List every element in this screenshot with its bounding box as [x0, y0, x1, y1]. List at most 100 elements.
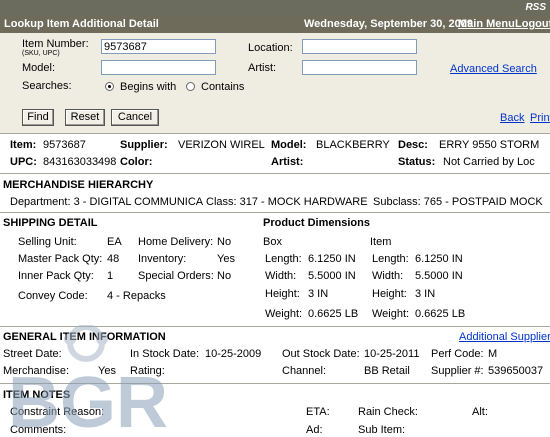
item-label: Item: — [10, 139, 37, 151]
out-stock-value: 10-25-2011 — [364, 348, 420, 360]
perf-code-label: Perf Code: — [431, 348, 484, 360]
watermark-text: BGR — [8, 363, 168, 435]
back-link[interactable]: Back — [500, 112, 524, 124]
convey-code-value: 4 - Repacks — [107, 290, 166, 302]
search-form: Item Number: (SKU, UPC) 9573687 Model: L… — [0, 33, 550, 133]
shipping-detail-heading: SHIPPING DETAIL — [3, 217, 98, 229]
inventory-label: Inventory: — [138, 253, 187, 265]
master-pack-value: 48 — [107, 253, 120, 265]
box-weight-value: 0.6625 LB — [308, 308, 359, 320]
upc-label: UPC: — [10, 156, 37, 168]
print-link[interactable]: Print — [530, 112, 550, 124]
item-number-input[interactable]: 9573687 — [101, 39, 216, 54]
desc-value: ERRY 9550 STORM — [439, 139, 540, 151]
title-bar: Lookup Item Additional Detail Wednesday,… — [0, 16, 550, 33]
home-delivery-value: No — [217, 236, 232, 248]
contains-label[interactable]: Contains — [201, 81, 244, 93]
top-bar: RSS — [0, 0, 550, 16]
item-summary: Item: 9573687 Supplier: VERIZON WIREL Mo… — [0, 134, 550, 173]
begins-with-label[interactable]: Begins with — [120, 81, 176, 93]
current-date: Wednesday, September 30, 2009 — [304, 18, 473, 30]
channel-value: BB Retail — [364, 365, 410, 377]
special-orders-value: No — [217, 270, 232, 282]
item-value: 9573687 — [43, 139, 86, 151]
class-text: Class: 317 - MOCK HARDWARE — [206, 196, 368, 208]
inner-pack-value: 1 — [107, 270, 114, 282]
additional-suppliers-link[interactable]: Additional Suppliers — [459, 331, 550, 343]
page-title: Lookup Item Additional Detail — [4, 18, 159, 30]
status-label: Status: — [398, 156, 436, 168]
supplier-label: Supplier: — [120, 139, 168, 151]
item-width-label: Width: — [372, 270, 404, 282]
contains-radio[interactable] — [186, 82, 195, 91]
selling-unit-value: EA — [107, 236, 122, 248]
subclass-text: Subclass: 765 - POSTPAID MOCK — [373, 196, 543, 208]
eta-label: ETA: — [306, 406, 330, 418]
item-height-value: 3 IN — [415, 288, 436, 300]
out-stock-label: Out Stock Date: — [282, 348, 360, 360]
box-weight-label: Weight: — [265, 308, 303, 320]
department-text: Department: 3 - DIGITAL COMMUNICA — [10, 196, 204, 208]
item-column-label: Item — [370, 236, 392, 248]
item-length-label: Length: — [372, 253, 409, 265]
logout-link[interactable]: Logout — [515, 18, 550, 30]
model-input[interactable] — [101, 60, 216, 75]
rss-label[interactable]: RSS — [525, 2, 546, 13]
inner-pack-label: Inner Pack Qty: — [18, 270, 94, 282]
upc-value: 843163033498 — [43, 156, 117, 168]
location-label: Location: — [248, 42, 293, 54]
convey-code-label: Convey Code: — [18, 290, 88, 302]
item-weight-label: Weight: — [372, 308, 410, 320]
ad-label: Ad: — [306, 424, 323, 436]
main-menu-link[interactable]: Main Menu — [458, 18, 515, 30]
item-height-label: Height: — [372, 288, 407, 300]
alt-label: Alt: — [472, 406, 488, 418]
shipping-detail-section: SHIPPING DETAIL Selling Unit: EA Home De… — [0, 213, 550, 326]
supplier-value: VERIZON WIREL — [178, 139, 265, 151]
in-stock-value: 10-25-2009 — [205, 348, 262, 360]
model-summary-value: BLACKBERRY — [316, 139, 390, 151]
merchandise-hierarchy-section: MERCHANDISE HIERARCHY Department: 3 - DI… — [0, 174, 550, 212]
status-value: Not Carried by Loc — [443, 156, 535, 168]
begins-with-radio[interactable] — [105, 82, 114, 91]
location-input[interactable] — [302, 39, 417, 54]
desc-label: Desc: — [398, 139, 428, 151]
box-height-value: 3 IN — [308, 288, 329, 300]
box-width-value: 5.5000 IN — [308, 270, 356, 282]
selling-unit-label: Selling Unit: — [18, 236, 77, 248]
special-orders-label: Special Orders: — [138, 270, 214, 282]
artist-label: Artist: — [248, 62, 277, 74]
supplier-number-label: Supplier #: — [431, 365, 484, 377]
item-weight-value: 0.6625 LB — [415, 308, 466, 320]
channel-label: Channel: — [282, 365, 327, 377]
artist-summary-label: Artist: — [271, 156, 304, 168]
box-length-value: 6.1250 IN — [308, 253, 356, 265]
home-delivery-label: Home Delivery: — [138, 236, 214, 248]
sub-item-label: Sub Item: — [358, 424, 406, 436]
color-label: Color: — [120, 156, 153, 168]
inventory-value: Yes — [217, 253, 235, 265]
item-width-value: 5.5000 IN — [415, 270, 463, 282]
box-length-label: Length: — [265, 253, 302, 265]
master-pack-label: Master Pack Qty: — [18, 253, 103, 265]
artist-input[interactable] — [302, 60, 417, 75]
bgr-watermark-logo: BGR — [8, 325, 168, 435]
find-button[interactable]: Find — [22, 109, 54, 126]
cancel-button[interactable]: Cancel — [111, 109, 159, 126]
item-number-sublabel: (SKU, UPC) — [22, 50, 60, 57]
reset-button[interactable]: Reset — [65, 109, 105, 126]
model-summary-label: Model: — [271, 139, 307, 151]
item-length-value: 6.1250 IN — [415, 253, 463, 265]
rain-check-label: Rain Check: — [358, 406, 418, 418]
box-height-label: Height: — [265, 288, 300, 300]
supplier-number-value: 539650037 — [488, 365, 544, 377]
item-number-label: Item Number: — [22, 38, 89, 50]
model-label: Model: — [22, 62, 56, 74]
box-column-label: Box — [263, 236, 282, 248]
product-dimensions-heading: Product Dimensions — [263, 217, 370, 229]
box-width-label: Width: — [265, 270, 297, 282]
perf-code-value: M — [488, 348, 498, 360]
merchandise-hierarchy-heading: MERCHANDISE HIERARCHY — [3, 179, 154, 191]
advanced-search-link[interactable]: Advanced Search — [450, 63, 537, 75]
searches-label: Searches: — [22, 80, 72, 92]
